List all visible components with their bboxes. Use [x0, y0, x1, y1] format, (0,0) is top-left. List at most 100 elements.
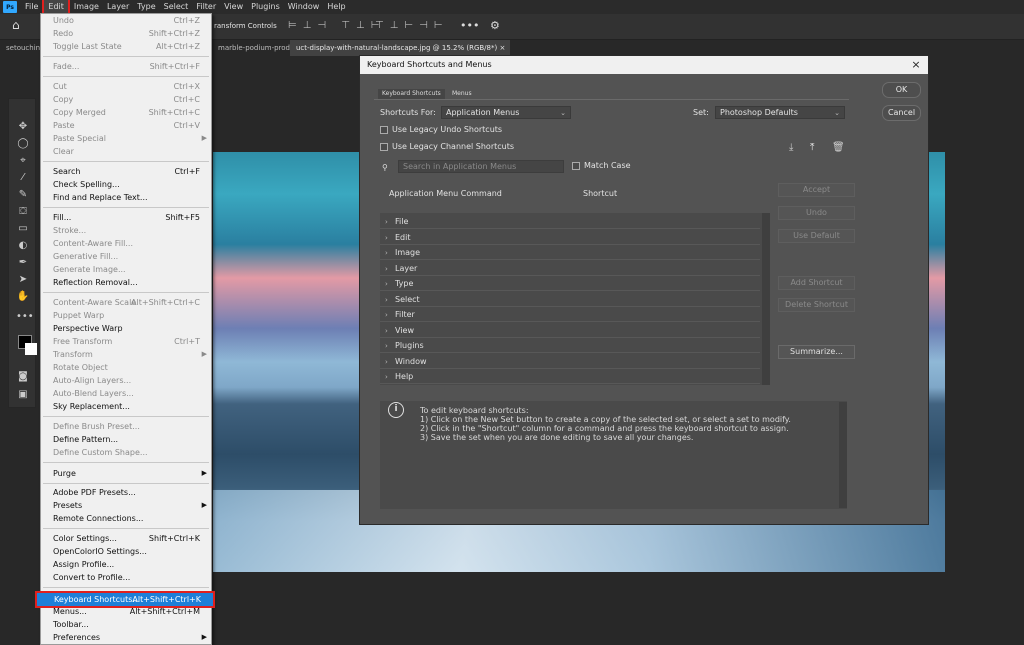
home-icon[interactable]: ⌂: [12, 18, 20, 32]
set-select[interactable]: Photoshop Defaults ⌄: [715, 106, 845, 119]
dodge-icon[interactable]: ◐: [16, 240, 30, 252]
menu-file[interactable]: File: [21, 0, 42, 14]
list-item-help[interactable]: › Help: [380, 370, 760, 384]
dialog-close-icon[interactable]: ×: [910, 56, 922, 74]
menu-image[interactable]: Image: [70, 0, 103, 14]
eraser-icon[interactable]: ▭: [16, 223, 30, 235]
menu-item-auto-blend-layers[interactable]: Auto-Blend Layers...: [41, 388, 211, 401]
lasso-tool-icon[interactable]: ◯: [16, 138, 30, 150]
list-item-edit[interactable]: › Edit: [380, 231, 760, 245]
shortcuts-for-select[interactable]: Application Menus ⌄: [441, 106, 571, 119]
legacy-channel-checkbox[interactable]: [380, 143, 388, 151]
accept-button[interactable]: Accept: [778, 183, 855, 197]
menu-item-paste-special[interactable]: Paste Special ▶: [41, 133, 211, 146]
cancel-button[interactable]: Cancel: [882, 105, 921, 121]
tab-document-1[interactable]: setouchin: [0, 40, 40, 56]
menu-item-copy-merged[interactable]: Copy Merged Shift+Ctrl+C: [41, 107, 211, 120]
menu-plugins[interactable]: Plugins: [247, 0, 284, 14]
more-tools-icon[interactable]: •••: [16, 311, 34, 323]
list-item-view[interactable]: › View: [380, 324, 760, 338]
menu-item-free-transform[interactable]: Free Transform Ctrl+T: [41, 336, 211, 349]
menu-item-fade[interactable]: Fade... Shift+Ctrl+F: [41, 61, 211, 74]
menu-item-reflection-removal[interactable]: Reflection Removal...: [41, 277, 211, 290]
tab-menus[interactable]: Menus: [448, 89, 476, 99]
menu-item-stroke[interactable]: Stroke...: [41, 225, 211, 238]
menu-item-adobe-pdf-presets[interactable]: Adobe PDF Presets...: [41, 487, 211, 500]
menu-item-puppet-warp[interactable]: Puppet Warp: [41, 310, 211, 323]
menu-view[interactable]: View: [220, 0, 247, 14]
list-scrollbar[interactable]: [762, 213, 770, 385]
menu-item-find-replace[interactable]: Find and Replace Text...: [41, 192, 211, 205]
menu-item-define-brush-preset[interactable]: Define Brush Preset...: [41, 421, 211, 434]
delete-shortcut-button[interactable]: Delete Shortcut: [778, 298, 855, 312]
list-item-select[interactable]: › Select: [380, 293, 760, 307]
delete-set-icon[interactable]: 🗑: [832, 142, 845, 153]
list-item-plugins[interactable]: › Plugins: [380, 339, 760, 353]
menu-item-define-pattern[interactable]: Define Pattern...: [41, 434, 211, 447]
background-color-swatch[interactable]: [25, 343, 37, 355]
menu-window[interactable]: Window: [284, 0, 324, 14]
menu-item-content-aware-scale[interactable]: Content-Aware Scale Alt+Shift+Ctrl+C: [41, 297, 211, 310]
menu-item-preferences[interactable]: Preferences ▶: [41, 632, 211, 645]
use-default-button[interactable]: Use Default: [778, 229, 855, 243]
list-item-type[interactable]: › Type: [380, 277, 760, 291]
menu-item-purge[interactable]: Purge ▶: [41, 468, 211, 481]
menu-layer[interactable]: Layer: [103, 0, 133, 14]
menu-item-menus[interactable]: Menus... Alt+Shift+Ctrl+M: [41, 606, 211, 619]
menu-filter[interactable]: Filter: [192, 0, 220, 14]
menu-item-search[interactable]: Search Ctrl+F: [41, 166, 211, 179]
menu-item-clear[interactable]: Clear: [41, 146, 211, 159]
menu-item-content-aware-fill[interactable]: Content-Aware Fill...: [41, 238, 211, 251]
list-item-image[interactable]: › Image: [380, 246, 760, 260]
menu-item-cut[interactable]: Cut Ctrl+X: [41, 81, 211, 94]
menu-item-transform[interactable]: Transform ▶: [41, 349, 211, 362]
menu-item-color-settings[interactable]: Color Settings... Shift+Ctrl+K: [41, 533, 211, 546]
summarize-button[interactable]: Summarize...: [778, 345, 855, 359]
legacy-undo-checkbox[interactable]: [380, 126, 388, 134]
path-select-icon[interactable]: ➤: [16, 274, 30, 286]
move-tool-icon[interactable]: ✥: [16, 121, 30, 133]
add-shortcut-button[interactable]: Add Shortcut: [778, 276, 855, 290]
menu-help[interactable]: Help: [323, 0, 349, 14]
list-item-window[interactable]: › Window: [380, 355, 760, 369]
list-item-filter[interactable]: › Filter: [380, 308, 760, 322]
menu-type[interactable]: Type: [133, 0, 159, 14]
close-tab-icon[interactable]: ×: [499, 44, 505, 52]
menu-item-toolbar[interactable]: Toolbar...: [41, 619, 211, 632]
ok-button[interactable]: OK: [882, 82, 921, 98]
menu-item-toggle-last-state[interactable]: Toggle Last State Alt+Ctrl+Z: [41, 41, 211, 54]
align-icons[interactable]: ⊨⊥⊣ ⊤⊥⊢: [288, 20, 385, 31]
new-set-icon[interactable]: ⤒: [810, 142, 814, 153]
menu-item-remote-connections[interactable]: Remote Connections...: [41, 513, 211, 526]
brush-tool-icon[interactable]: ✎: [16, 189, 30, 201]
menu-item-convert-to-profile[interactable]: Convert to Profile...: [41, 572, 211, 585]
tab-keyboard-shortcuts[interactable]: Keyboard Shortcuts: [378, 89, 445, 99]
menu-item-undo[interactable]: Undo Ctrl+Z: [41, 15, 211, 28]
menu-select[interactable]: Select: [160, 0, 193, 14]
eyedropper-icon[interactable]: ⁄: [16, 172, 30, 184]
list-item-layer[interactable]: › Layer: [380, 262, 760, 276]
menu-item-check-spelling[interactable]: Check Spelling...: [41, 179, 211, 192]
more-icon[interactable]: •••: [460, 19, 479, 32]
menu-item-generative-fill[interactable]: Generative Fill...: [41, 251, 211, 264]
match-case-checkbox[interactable]: [572, 162, 580, 170]
menu-item-fill[interactable]: Fill... Shift+F5: [41, 212, 211, 225]
menu-item-define-custom-shape[interactable]: Define Custom Shape...: [41, 447, 211, 460]
menu-item-generate-image[interactable]: Generate Image...: [41, 264, 211, 277]
menu-item-sky-replacement[interactable]: Sky Replacement...: [41, 401, 211, 414]
screen-mode-icon[interactable]: ▣: [16, 389, 30, 401]
gear-icon[interactable]: ⚙: [490, 19, 500, 32]
menu-item-redo[interactable]: Redo Shift+Ctrl+Z: [41, 28, 211, 41]
undo-button[interactable]: Undo: [778, 206, 855, 220]
quick-mask-icon[interactable]: ◙: [16, 371, 30, 383]
menu-item-assign-profile[interactable]: Assign Profile...: [41, 559, 211, 572]
list-item-file[interactable]: › File: [380, 215, 760, 229]
hand-tool-icon[interactable]: ✋: [16, 291, 30, 303]
menu-item-copy[interactable]: Copy Ctrl+C: [41, 94, 211, 107]
menu-item-opencolorio-settings[interactable]: OpenColorIO Settings...: [41, 546, 211, 559]
menu-item-auto-align-layers[interactable]: Auto-Align Layers...: [41, 375, 211, 388]
menu-item-perspective-warp[interactable]: Perspective Warp: [41, 323, 211, 336]
search-input[interactable]: Search in Application Menus: [398, 160, 564, 173]
menu-item-presets[interactable]: Presets ▶: [41, 500, 211, 513]
tab-document-2[interactable]: marble-podium-produ: [212, 40, 292, 56]
